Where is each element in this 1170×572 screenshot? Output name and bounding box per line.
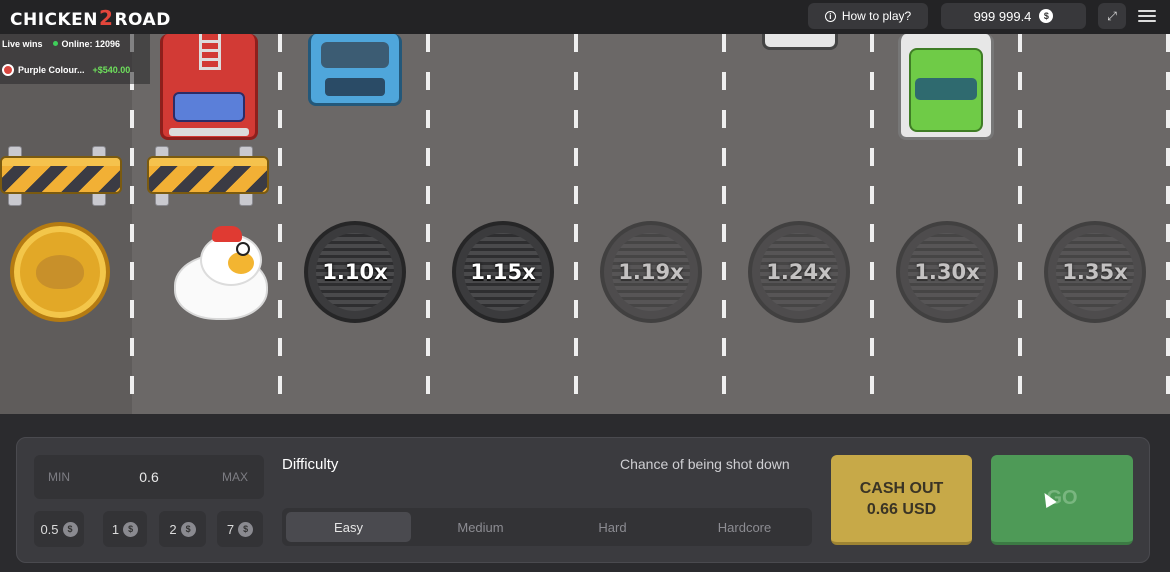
difficulty-selector: Easy Medium Hard Hardcore [282,508,812,546]
roast-chicken-icon [36,255,84,289]
dollar-coin-icon: $ [180,521,196,537]
quick-bet-button[interactable]: 0.5 $ [34,511,84,547]
menu-icon [1138,10,1156,12]
manhole-step: 1.35x [1044,221,1146,323]
dollar-coin-icon: $ [1039,9,1054,23]
difficulty-hard[interactable]: Hard [550,512,675,542]
game-logo: CHICKEN2ROAD [10,6,171,30]
car [762,34,838,50]
avatar [2,64,14,76]
fullscreen-icon: ⤢ [1107,8,1117,23]
difficulty-medium[interactable]: Medium [418,512,543,542]
live-wins-feed: Live wins Online: 12096 Purple Colour... … [0,34,150,84]
dollar-coin-icon: $ [238,521,254,537]
difficulty-label: Difficulty [282,456,339,473]
manhole-step: 1.24x [748,221,850,323]
cash-out-button[interactable]: CASH OUT 0.66 USD [831,455,972,545]
chance-label: Chance of being shot down [620,456,790,472]
lane-divider [574,34,578,414]
top-bar: CHICKEN2ROAD i How to play? 999 999.4 $ … [0,0,1170,34]
manhole-step: 1.30x [896,221,998,323]
lane-divider [722,34,726,414]
manhole-step: 1.19x [600,221,702,323]
dollar-coin-icon: $ [123,521,139,537]
blue-truck [308,34,402,106]
online-dot-icon [52,41,58,46]
lane-divider [870,34,874,414]
quick-bet-button[interactable]: 7 $ [217,511,263,547]
lane-divider [1166,34,1170,414]
max-bet-button[interactable]: MAX [222,470,248,484]
chicken-character [174,226,270,326]
bet-amount-stepper[interactable]: MIN 0.6 MAX [34,455,264,499]
balance-display: 999 999.4 $ [941,3,1086,29]
how-to-play-button[interactable]: i How to play? [808,3,928,29]
info-icon: i [824,10,836,22]
lane-divider [426,34,430,414]
game-road: Live wins Online: 12096 Purple Colour... … [0,34,1170,414]
lane-divider [1018,34,1022,414]
road-barrier [147,146,269,206]
quick-bet-button[interactable]: 2 $ [159,511,206,547]
fullscreen-button[interactable]: ⤢ [1098,3,1126,29]
green-truck [898,34,994,140]
difficulty-easy[interactable]: Easy [286,512,411,542]
lane-divider [278,34,282,414]
road-barrier [0,146,122,206]
live-win-entry: Purple Colour... +$540.00 [2,64,130,76]
collected-coin-icon [10,222,110,322]
dollar-coin-icon: $ [62,521,78,537]
go-button[interactable]: GO [991,455,1133,545]
difficulty-hardcore[interactable]: Hardcore [682,512,807,542]
manhole-step[interactable]: 1.10x [304,221,406,323]
lane-divider [130,34,134,414]
manhole-step[interactable]: 1.15x [452,221,554,323]
menu-button[interactable] [1138,6,1156,26]
quick-bet-button[interactable]: 1 $ [103,511,147,547]
fire-truck [160,34,258,140]
